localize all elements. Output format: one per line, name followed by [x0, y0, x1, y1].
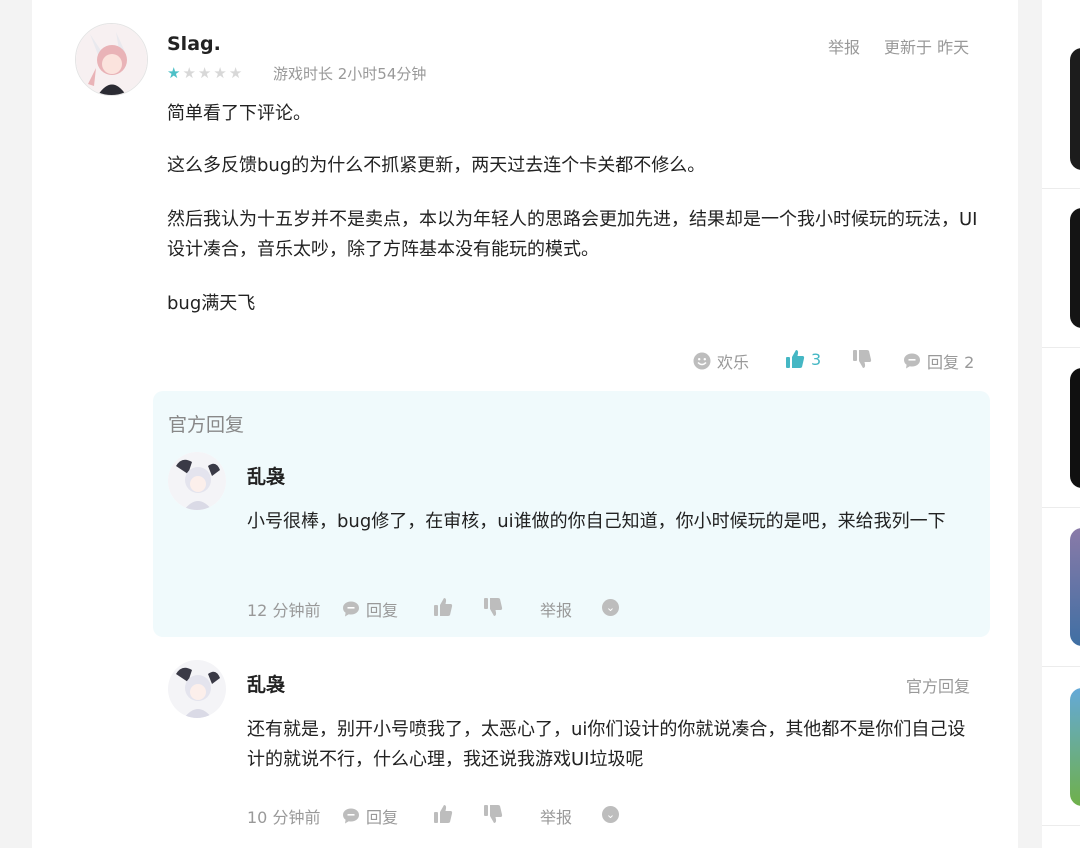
official-tag: 官方回复 [906, 677, 971, 696]
report-link[interactable]: 举报 [828, 34, 860, 58]
divider [1042, 188, 1080, 189]
reply-label: 回复 [366, 808, 399, 827]
divider [1042, 347, 1080, 348]
chevron-down-icon[interactable]: ⌄ [602, 806, 619, 823]
replier-avatar[interactable] [168, 452, 226, 510]
reply-text: 还有就是，别开小号喷我了，太恶心了，ui你们设计的你就说凑合，其他都不是你们自己… [247, 719, 966, 770]
review-paragraph: 这么多反馈bug的为什么不抓紧更新，两天过去连个卡关都不修么。 [167, 155, 706, 176]
divider [1042, 507, 1080, 508]
replier-name[interactable]: 乱袅 [247, 670, 285, 697]
reply-button[interactable]: 回复 [342, 804, 398, 828]
thumbs-down-icon [484, 805, 503, 823]
app-thumbnail[interactable] [1070, 48, 1080, 170]
reply-time: 12 分钟前 [247, 601, 321, 620]
app-thumbnail[interactable] [1070, 688, 1080, 806]
reviewer-avatar[interactable] [75, 23, 148, 96]
divider [1042, 666, 1080, 667]
funny-button[interactable]: 欢乐 [693, 349, 749, 373]
funny-label: 欢乐 [717, 353, 750, 372]
star-empty-icon: ★ [182, 64, 198, 82]
star-empty-icon: ★ [228, 64, 245, 82]
report-link[interactable]: 举报 [540, 597, 572, 621]
review-paragraph: 然后我认为十五岁并不是卖点，本以为年轻人的思路会更加先进，结果却是一个我小时候玩… [167, 209, 978, 260]
rating-stars: ★★★★★ [167, 64, 244, 82]
thumbs-up-icon [434, 598, 453, 616]
star-empty-icon: ★ [213, 64, 229, 82]
replier-name[interactable]: 乱袅 [247, 462, 285, 489]
chevron-down-icon[interactable]: ⌄ [602, 599, 619, 616]
divider [1042, 825, 1080, 826]
smile-icon [693, 352, 711, 370]
thumbs-up-icon [786, 350, 805, 368]
star-empty-icon: ★ [197, 64, 214, 82]
app-thumbnail[interactable] [1070, 528, 1080, 646]
reply-label: 回复 [366, 601, 399, 620]
reply-button[interactable]: 回复 [342, 597, 398, 621]
thumbs-up-icon [434, 805, 453, 823]
like-button[interactable] [433, 804, 453, 824]
comment-icon [343, 808, 359, 824]
thumbs-down-icon [484, 598, 503, 616]
playtime-text: 游戏时长 2小时54分钟 [273, 65, 427, 83]
right-sidebar [1042, 0, 1080, 848]
dislike-button[interactable] [483, 804, 503, 824]
official-reply-title: 官方回复 [168, 414, 245, 436]
reviewer-name[interactable]: Slag. [167, 33, 221, 55]
app-thumbnail[interactable] [1070, 368, 1080, 488]
star-filled-icon: ★ [167, 64, 183, 82]
comment-icon [904, 353, 920, 369]
review-paragraph: 简单看了下评论。 [167, 103, 311, 124]
dislike-button[interactable] [483, 597, 503, 617]
comment-icon [343, 601, 359, 617]
updated-time: 更新于 昨天 [884, 38, 970, 57]
reply-button[interactable]: 回复 2 [903, 349, 974, 373]
like-button[interactable]: 3 [785, 349, 821, 369]
replier-avatar[interactable] [168, 660, 226, 718]
like-button[interactable] [433, 597, 453, 617]
app-thumbnail[interactable] [1070, 208, 1080, 328]
report-link[interactable]: 举报 [540, 804, 572, 828]
reply-time: 10 分钟前 [247, 808, 321, 827]
dislike-button[interactable] [852, 349, 872, 369]
review-paragraph: bug满天飞 [167, 293, 256, 314]
thumbs-down-icon [853, 350, 872, 368]
reply-text: 小号很棒，bug修了，在审核，ui谁做的你自己知道，你小时候玩的是吧，来给我列一… [247, 511, 946, 532]
reply-count-label: 回复 2 [927, 353, 975, 372]
like-count: 3 [811, 349, 822, 369]
